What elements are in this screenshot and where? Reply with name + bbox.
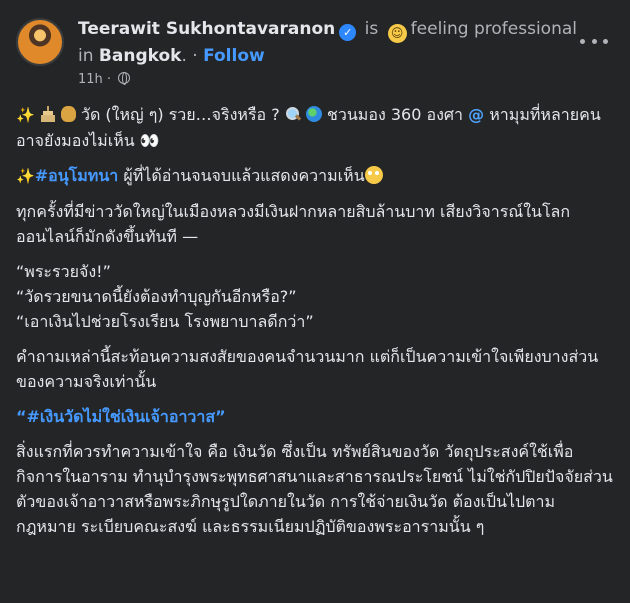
- intro-title: วัด (ใหญ่ ๆ) รวย…จริงหรือ ?: [80, 105, 280, 124]
- paragraph-news: ทุกครั้งที่มีข่าววัดใหญ่ในเมืองหลวงมีเงิ…: [16, 202, 571, 246]
- header-separator: ·: [192, 46, 198, 66]
- paragraph-questions: คำถามเหล่านี้สะท้อนความสงสัยของคนจำนวนมา…: [16, 347, 599, 391]
- flushed-face-icon: [364, 166, 383, 184]
- location-link[interactable]: Bangkok: [99, 46, 182, 66]
- avatar[interactable]: [16, 18, 64, 66]
- post-meta: 11h ·: [78, 71, 614, 89]
- post-header: Teerawit Sukhontavaranon ✓ is ☺ feeling pr…: [16, 16, 614, 89]
- verified-badge-icon: ✓: [339, 24, 357, 41]
- paragraph-explanation: สิ่งแรกที่ควรทำความเข้าใจ คือ เงินวัด ซึ…: [16, 442, 613, 536]
- feeling-text: feeling professional: [410, 19, 577, 39]
- hashtag-heading: “#เงินวัดไม่ใช่เงินเจ้าอาวาส”: [16, 404, 614, 429]
- hashtag-line: ✨#อนุโมทนา ผู้ที่ได้อ่านจนจบแล้วแสดงความ…: [16, 163, 614, 189]
- location-suffix: .: [181, 46, 187, 66]
- quote-2: “วัดรวยขนาดนี้ยังต้องทำบุญกันอีกหรือ?”: [16, 287, 297, 306]
- sparkles-icon-2: ✨: [16, 167, 35, 185]
- hashtag-line-text: ผู้ที่ได้อ่านจนจบแล้วแสดงความเห็น: [123, 166, 365, 185]
- author-name[interactable]: Teerawit Sukhontavaranon: [78, 19, 335, 39]
- eyes-icon: 👀: [139, 131, 160, 150]
- follow-button[interactable]: Follow: [203, 46, 265, 66]
- in-word: in: [78, 46, 94, 66]
- quote-3: “เอาเงินไปช่วยโรงเรียน โรงพยาบาลดีกว่า”: [16, 312, 314, 331]
- quotes-block: “พระรวยจัง!” “วัดรวยขนาดนี้ยังต้องทำบุญก…: [16, 259, 614, 334]
- meta-separator: ·: [106, 72, 112, 87]
- spiral-icon: @: [468, 105, 485, 124]
- connector-is: is: [364, 19, 379, 39]
- sparkles-icon: ✨: [16, 106, 35, 124]
- intro-line: ✨ วัด (ใหญ่ ๆ) รวย…จริงหรือ ? ชวนมอง 360…: [16, 102, 614, 153]
- hashtag-temple-money[interactable]: “#เงินวัดไม่ใช่เงินเจ้าอาวาส”: [16, 407, 226, 426]
- timestamp[interactable]: 11h: [78, 72, 103, 87]
- post-body: ✨ วัด (ใหญ่ ๆ) รวย…จริงหรือ ? ชวนมอง 360…: [16, 102, 614, 539]
- globe-emoji-icon: [305, 106, 322, 122]
- money-bag-icon: [60, 106, 76, 122]
- globe-icon: [118, 72, 131, 85]
- intro-subtitle: ชวนมอง 360 องศา: [327, 105, 464, 124]
- more-options-icon[interactable]: [580, 34, 608, 48]
- hashtag-anumothana[interactable]: #อนุโมทนา: [35, 166, 119, 185]
- post-card: Teerawit Sukhontavaranon ✓ is ☺ feeling pr…: [0, 0, 630, 603]
- magnifier-icon: [285, 106, 301, 122]
- header-text: Teerawit Sukhontavaranon ✓ is ☺ feeling pr…: [78, 16, 614, 89]
- temple-icon: [39, 106, 56, 122]
- quote-1: “พระรวยจัง!”: [16, 262, 111, 281]
- smile-emoji-icon: ☺: [387, 24, 407, 43]
